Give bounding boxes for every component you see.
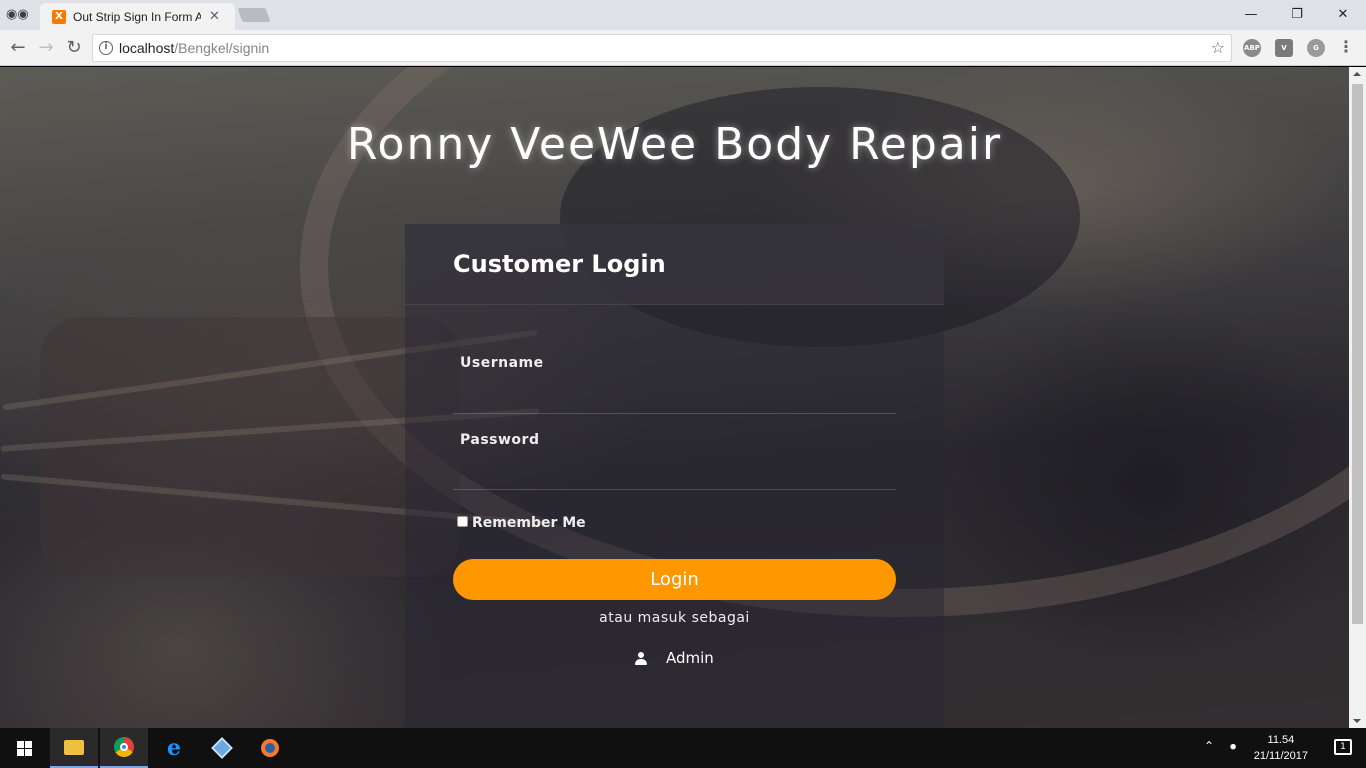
windows-taskbar: e ⌃ ⚫ 11.54 21/11/2017 1 <box>0 728 1366 768</box>
url-text[interactable]: localhost/Bengkel/signin <box>119 40 269 56</box>
blender-icon[interactable] <box>246 728 294 768</box>
notification-count: 1 <box>1340 742 1346 752</box>
remember-me[interactable]: Remember Me <box>457 515 586 531</box>
scroll-up-icon[interactable] <box>1353 72 1361 76</box>
incognito-icon: ◉◉ <box>6 7 29 22</box>
password-input[interactable] <box>453 454 896 490</box>
new-tab-button[interactable] <box>237 8 271 22</box>
back-arrow-icon[interactable]: ← <box>6 36 30 60</box>
action-center-icon[interactable]: 1 <box>1334 739 1352 755</box>
page-scrollbar[interactable] <box>1349 67 1366 728</box>
browser-titlebar: ◉◉ X Out Strip Sign In Form A ✕ — ❐ ✕ <box>0 0 1366 30</box>
browser-menu-icon[interactable]: ⋮ <box>1338 37 1354 56</box>
scroll-down-icon[interactable] <box>1353 719 1361 723</box>
tray-expand-icon[interactable]: ⌃ <box>1204 739 1214 753</box>
user-icon <box>635 651 647 665</box>
shield-extension-icon[interactable]: V <box>1275 39 1293 57</box>
login-header: Customer Login <box>405 224 944 305</box>
adblock-extension-icon[interactable]: ABP <box>1243 39 1261 57</box>
restore-button[interactable]: ❐ <box>1274 0 1320 30</box>
chrome-icon[interactable] <box>100 728 148 768</box>
browser-toolbar: ← → ↻ i localhost/Bengkel/signin ☆ ABP V… <box>0 30 1366 66</box>
admin-login-link[interactable]: Admin <box>635 649 714 667</box>
password-label: Password <box>460 432 540 448</box>
remember-me-checkbox[interactable] <box>457 515 468 527</box>
browser-tab[interactable]: X Out Strip Sign In Form A ✕ <box>40 3 235 30</box>
clock-time: 11.54 <box>1267 734 1295 746</box>
alternate-login-text: atau masuk sebagai <box>599 610 750 626</box>
minimize-button[interactable]: — <box>1228 0 1274 30</box>
close-window-button[interactable]: ✕ <box>1320 0 1366 30</box>
clock-date: 21/11/2017 <box>1253 750 1308 762</box>
login-heading: Customer Login <box>453 250 666 278</box>
ghost-extension-icon[interactable]: G <box>1307 39 1325 57</box>
box-app-icon[interactable] <box>198 728 246 768</box>
tab-title: Out Strip Sign In Form A <box>73 9 201 24</box>
page-background: Ronny VeeWee Body Repair Customer Login … <box>0 67 1349 728</box>
window-controls: — ❐ ✕ <box>1228 0 1366 30</box>
username-input[interactable] <box>453 378 896 414</box>
url-host: localhost <box>119 40 175 56</box>
system-clock[interactable]: 11.54 21/11/2017 <box>1254 732 1308 764</box>
site-title: Ronny VeeWee Body Repair <box>346 119 1003 170</box>
start-icon[interactable] <box>0 728 48 768</box>
remember-me-label: Remember Me <box>472 515 586 531</box>
xampp-favicon-icon: X <box>52 9 66 24</box>
username-label: Username <box>460 355 544 371</box>
address-bar[interactable]: i localhost/Bengkel/signin ☆ <box>92 34 1232 62</box>
network-warning-icon[interactable]: ⚫ <box>1228 740 1238 754</box>
login-button[interactable]: Login <box>453 559 896 600</box>
forward-arrow-icon[interactable]: → <box>34 36 58 60</box>
edge-icon[interactable]: e <box>150 728 198 768</box>
file-explorer-icon[interactable] <box>50 728 98 768</box>
info-icon[interactable]: i <box>99 41 113 55</box>
url-path: /Bengkel/signin <box>174 40 270 56</box>
tab-close-icon[interactable]: ✕ <box>209 9 220 24</box>
admin-label: Admin <box>666 649 714 667</box>
reload-icon[interactable]: ↻ <box>62 36 86 60</box>
login-panel: Customer Login Username Password Remembe… <box>405 224 944 728</box>
bookmark-star-icon[interactable]: ☆ <box>1211 38 1225 57</box>
scroll-thumb[interactable] <box>1352 84 1363 624</box>
